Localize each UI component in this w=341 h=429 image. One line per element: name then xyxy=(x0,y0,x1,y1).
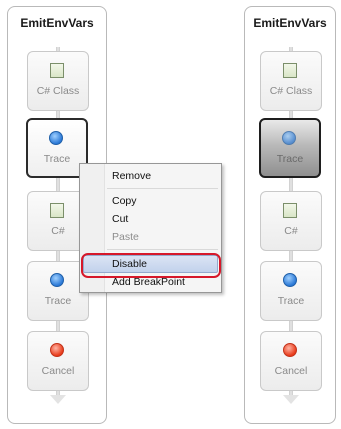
info-icon xyxy=(282,131,298,147)
node-cancel[interactable]: Cancel xyxy=(260,331,322,391)
menu-item-paste: Paste xyxy=(83,228,218,246)
flow-end-arrow xyxy=(50,395,66,404)
menu-item-remove[interactable]: Remove xyxy=(83,167,218,185)
node-label: C# xyxy=(284,225,298,237)
callout-highlight-ring xyxy=(81,253,221,278)
workflow-title: EmitEnvVars xyxy=(253,16,327,30)
node-label: Cancel xyxy=(274,365,308,377)
node-label: Trace xyxy=(43,153,71,165)
menu-item-label: Cut xyxy=(112,213,129,225)
node-label: Trace xyxy=(277,295,305,307)
info-icon xyxy=(49,131,65,147)
menu-item-label: Remove xyxy=(112,170,152,182)
menu-separator xyxy=(107,249,218,250)
node-label: Trace xyxy=(44,295,72,307)
stop-icon xyxy=(50,343,66,359)
code-file-icon xyxy=(50,203,66,219)
menu-separator xyxy=(107,188,218,189)
workflow-title: EmitEnvVars xyxy=(20,16,94,30)
info-icon xyxy=(50,273,66,289)
node-label: Cancel xyxy=(41,365,75,377)
node-label: C# Class xyxy=(269,85,313,97)
code-file-icon xyxy=(283,203,299,219)
stop-icon xyxy=(283,343,299,359)
node-csharp-class[interactable]: C# Class xyxy=(27,51,89,111)
menu-item-copy[interactable]: Copy xyxy=(83,192,218,210)
code-file-icon xyxy=(50,63,66,79)
menu-item-label: Copy xyxy=(112,195,137,207)
flow-end-arrow xyxy=(283,395,299,404)
workflow-panel-right: EmitEnvVars C# Class Trace C# Trace Canc… xyxy=(244,6,336,424)
node-label: C# Class xyxy=(36,85,80,97)
node-cancel[interactable]: Cancel xyxy=(27,331,89,391)
node-csharp-class[interactable]: C# Class xyxy=(260,51,322,111)
code-file-icon xyxy=(283,63,299,79)
node-trace-disabled[interactable]: Trace xyxy=(259,118,321,178)
menu-item-label: Paste xyxy=(112,231,139,243)
node-csharp[interactable]: C# xyxy=(260,191,322,251)
node-trace[interactable]: Trace xyxy=(260,261,322,321)
info-icon xyxy=(283,273,299,289)
node-label: Trace xyxy=(276,153,304,165)
menu-item-cut[interactable]: Cut xyxy=(83,210,218,228)
